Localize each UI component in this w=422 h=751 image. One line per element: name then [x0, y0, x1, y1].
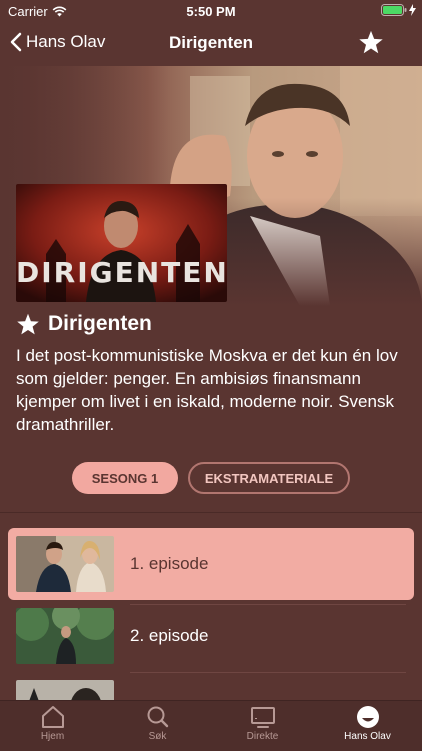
- tv-icon: [250, 707, 275, 728]
- episode-row-3[interactable]: [8, 672, 414, 700]
- tabbar-label: Søk: [148, 731, 167, 742]
- show-poster: DIRIGENTEN: [16, 184, 227, 302]
- episode-thumbnail: [16, 680, 114, 700]
- show-description: I det post-kommunistiske Moskva er det k…: [16, 346, 398, 434]
- tabbar-label: Direkte: [246, 731, 279, 742]
- tabbar-label: Hans Olav: [344, 731, 391, 742]
- star-icon: [359, 30, 383, 54]
- tabbar-item-search[interactable]: Søk: [105, 705, 210, 742]
- tabbar-label: Hjem: [40, 731, 65, 742]
- star-icon: [17, 313, 39, 334]
- tabbar-item-home[interactable]: Hjem: [0, 705, 105, 742]
- episode-row-2[interactable]: 2. episode: [8, 600, 414, 672]
- profile-icon: [356, 706, 379, 728]
- navigation-bar: Hans Olav Dirigenten: [0, 22, 422, 66]
- tabbar-item-profile[interactable]: Hans Olav: [315, 705, 420, 742]
- home-icon: [41, 706, 64, 728]
- tab-extra-material[interactable]: EKSTRAMATERIALE: [188, 462, 350, 494]
- divider: [0, 512, 422, 513]
- episode-thumbnail: [16, 608, 114, 664]
- show-title: Dirigenten: [48, 312, 152, 335]
- episode-row-1[interactable]: 1. episode: [8, 528, 414, 600]
- episode-title: 2. episode: [130, 626, 209, 645]
- tabbar-item-live[interactable]: Direkte: [210, 705, 315, 742]
- battery-icon: [381, 4, 407, 16]
- episode-list: 1. episode 2. episode: [0, 528, 422, 700]
- favorite-button[interactable]: [358, 30, 384, 60]
- battery-indicator: [381, 4, 416, 16]
- tab-season-1[interactable]: SESONG 1: [72, 462, 178, 494]
- charging-icon: [409, 4, 416, 16]
- episode-thumbnail: [16, 536, 114, 592]
- season-tabs: SESONG 1 EKSTRAMATERIALE: [0, 462, 422, 494]
- tab-bar: Hjem Søk Direkte Hans Olav: [0, 700, 422, 751]
- status-bar: Carrier 5:50 PM: [0, 0, 422, 22]
- poster-title: DIRIGENTEN: [16, 256, 227, 289]
- status-time: 5:50 PM: [186, 4, 236, 19]
- episode-title: 1. episode: [130, 554, 209, 573]
- show-title-row: Dirigenten: [16, 312, 152, 336]
- search-icon: [147, 706, 168, 728]
